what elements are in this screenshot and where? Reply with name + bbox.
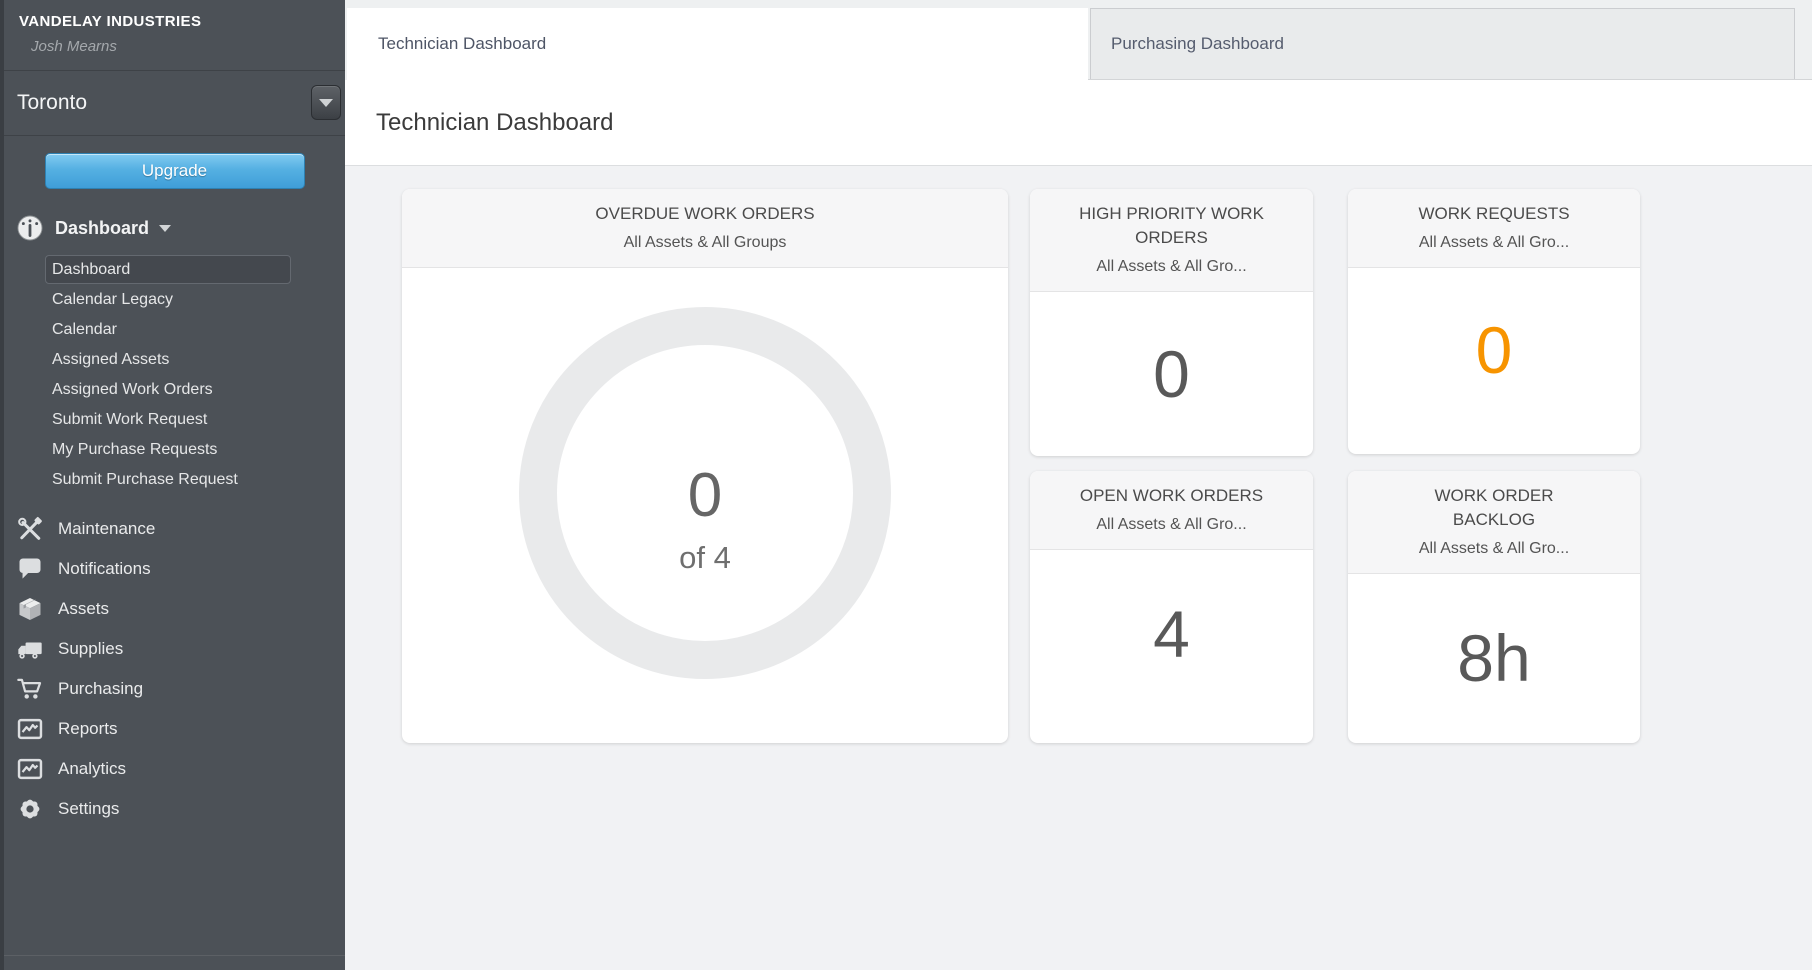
- tools-icon: [16, 515, 44, 543]
- widget-overdue-work-orders[interactable]: OVERDUE WORK ORDERS All Assets & All Gro…: [402, 189, 1008, 743]
- widget-title: WORK ORDER BACKLOG: [1392, 484, 1597, 532]
- tab-purchasing-dashboard[interactable]: Purchasing Dashboard: [1090, 8, 1795, 80]
- widget-value: 0: [1476, 312, 1513, 388]
- sidebar-item-settings[interactable]: Settings: [4, 789, 345, 829]
- dashboard-tabbar: Technician Dashboard Purchasing Dashboar…: [345, 0, 1812, 80]
- widget-subtitle: All Assets & All Gro...: [1040, 514, 1303, 536]
- widget-header: WORK REQUESTS All Assets & All Gro...: [1348, 189, 1640, 268]
- sidebar-main-menu: Maintenance Notifications Assets: [4, 509, 345, 829]
- sidebar-item-calendar[interactable]: Calendar: [45, 315, 291, 344]
- menu-label: Assets: [58, 599, 109, 619]
- gear-icon: [16, 795, 44, 823]
- sidebar-item-reports[interactable]: Reports: [4, 709, 345, 749]
- widget-subtitle: All Assets & All Gro...: [1358, 538, 1630, 560]
- sidebar-item-supplies[interactable]: Supplies: [4, 629, 345, 669]
- company-name: VANDELAY INDUSTRIES: [19, 13, 345, 30]
- user-name: Josh Mearns: [31, 38, 345, 55]
- site-dropdown-button[interactable]: [311, 85, 341, 120]
- gauge-total-label: of 4: [679, 540, 731, 575]
- widget-body: 0: [1030, 292, 1313, 455]
- main-area: Technician Dashboard Purchasing Dashboar…: [345, 0, 1812, 970]
- dashboard-content: OVERDUE WORK ORDERS All Assets & All Gro…: [345, 167, 1812, 970]
- widget-body: 0: [1348, 268, 1640, 431]
- sidebar-item-maintenance[interactable]: Maintenance: [4, 509, 345, 549]
- sidebar-item-notifications[interactable]: Notifications: [4, 549, 345, 589]
- sidebar-item-assigned-assets[interactable]: Assigned Assets: [45, 345, 291, 374]
- widget-header: OVERDUE WORK ORDERS All Assets & All Gro…: [402, 189, 1008, 268]
- site-name: Toronto: [17, 91, 87, 115]
- widget-title: OVERDUE WORK ORDERS: [412, 202, 998, 226]
- menu-label: Supplies: [58, 639, 123, 659]
- box-icon: [16, 595, 44, 623]
- title-band: Technician Dashboard: [345, 80, 1812, 166]
- tab-technician-dashboard[interactable]: Technician Dashboard: [347, 8, 1088, 80]
- gauge-icon: [16, 214, 44, 242]
- widget-high-priority-work-orders[interactable]: HIGH PRIORITY WORK ORDERS All Assets & A…: [1030, 189, 1313, 456]
- widget-value: 8h: [1457, 620, 1530, 696]
- sidebar-item-dashboard-header[interactable]: Dashboard: [16, 214, 345, 242]
- widget-work-requests[interactable]: WORK REQUESTS All Assets & All Gro... 0: [1348, 189, 1640, 454]
- chevron-down-icon: [159, 225, 171, 232]
- app-window: VANDELAY INDUSTRIES Josh Mearns Toronto …: [0, 0, 1812, 970]
- sidebar-item-dashboard-label: Dashboard: [55, 218, 149, 239]
- sidebar-item-dashboard[interactable]: Dashboard: [45, 255, 291, 284]
- widget-open-work-orders[interactable]: OPEN WORK ORDERS All Assets & All Gro...…: [1030, 471, 1313, 743]
- menu-label: Notifications: [58, 559, 151, 579]
- widget-body: 8h: [1348, 574, 1640, 742]
- sidebar: VANDELAY INDUSTRIES Josh Mearns Toronto …: [0, 0, 345, 970]
- sidebar-item-my-purchase-requests[interactable]: My Purchase Requests: [45, 435, 291, 464]
- widget-title: HIGH PRIORITY WORK ORDERS: [1069, 202, 1274, 250]
- widget-subtitle: All Assets & All Groups: [412, 232, 998, 254]
- widget-body: 4: [1030, 550, 1313, 718]
- widget-value: 4: [1153, 596, 1190, 672]
- sidebar-item-analytics[interactable]: Analytics: [4, 749, 345, 789]
- cart-icon: [16, 675, 44, 703]
- menu-label: Purchasing: [58, 679, 143, 699]
- menu-label: Analytics: [58, 759, 126, 779]
- page-title: Technician Dashboard: [376, 109, 613, 137]
- sidebar-item-submit-purchase-request[interactable]: Submit Purchase Request: [45, 465, 291, 494]
- chevron-down-icon: [319, 99, 333, 107]
- sidebar-item-assets[interactable]: Assets: [4, 589, 345, 629]
- truck-icon: [16, 635, 44, 663]
- upgrade-button[interactable]: Upgrade: [45, 153, 305, 189]
- tab-label: Technician Dashboard: [378, 34, 546, 54]
- divider: [4, 955, 345, 956]
- widget-header: WORK ORDER BACKLOG All Assets & All Gro.…: [1348, 471, 1640, 574]
- gauge-value: 0: [688, 461, 722, 530]
- sidebar-item-assigned-work-orders[interactable]: Assigned Work Orders: [45, 375, 291, 404]
- widget-value: 0: [1153, 336, 1190, 412]
- speech-bubble-icon: [16, 555, 44, 583]
- dashboard-submenu: Dashboard Calendar Legacy Calendar Assig…: [4, 255, 345, 494]
- sidebar-item-purchasing[interactable]: Purchasing: [4, 669, 345, 709]
- widget-title: WORK REQUESTS: [1392, 202, 1597, 226]
- menu-label: Reports: [58, 719, 118, 739]
- sidebar-item-calendar-legacy[interactable]: Calendar Legacy: [45, 285, 291, 314]
- widget-header: OPEN WORK ORDERS All Assets & All Gro...: [1030, 471, 1313, 550]
- sidebar-item-submit-work-request[interactable]: Submit Work Request: [45, 405, 291, 434]
- widget-title: OPEN WORK ORDERS: [1069, 484, 1274, 508]
- widget-body: 0 of 4: [402, 268, 1008, 682]
- chart-icon: [16, 755, 44, 783]
- gauge-ring: 0 of 4: [516, 304, 894, 682]
- widget-subtitle: All Assets & All Gro...: [1040, 256, 1303, 278]
- chart-icon: [16, 715, 44, 743]
- widget-header: HIGH PRIORITY WORK ORDERS All Assets & A…: [1030, 189, 1313, 292]
- menu-label: Settings: [58, 799, 119, 819]
- widget-subtitle: All Assets & All Gro...: [1358, 232, 1630, 254]
- site-selector-row: Toronto: [4, 71, 345, 135]
- menu-label: Maintenance: [58, 519, 155, 539]
- widget-work-order-backlog[interactable]: WORK ORDER BACKLOG All Assets & All Gro.…: [1348, 471, 1640, 743]
- tab-label: Purchasing Dashboard: [1111, 34, 1284, 54]
- divider: [4, 135, 345, 136]
